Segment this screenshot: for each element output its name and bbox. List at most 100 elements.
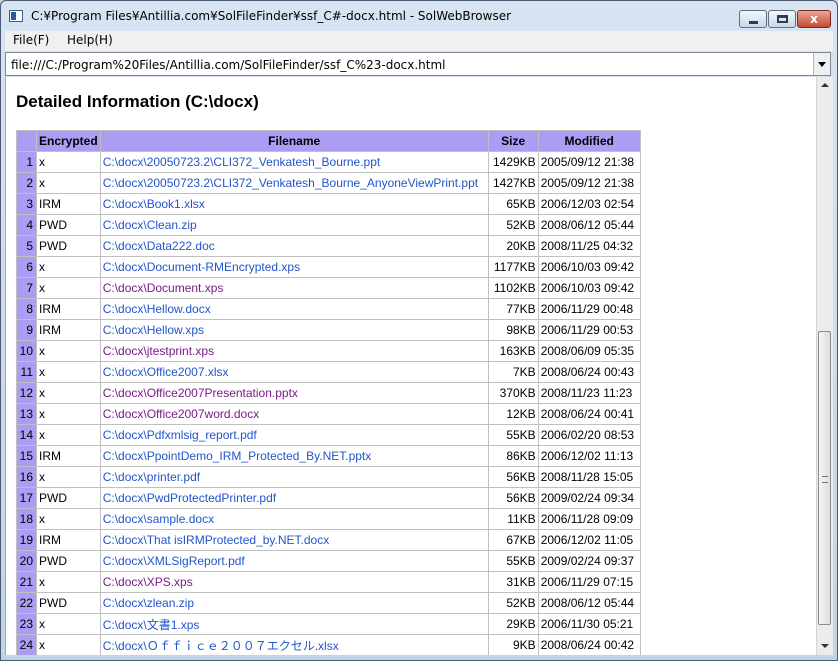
modified-cell: 2008/06/24 00:43 [537, 361, 641, 383]
column-header-size: Size [487, 130, 539, 152]
row-number: 10 [16, 340, 37, 362]
size-cell: 1102KB [487, 277, 539, 299]
size-cell: 67KB [487, 529, 539, 551]
scroll-down-button[interactable] [817, 638, 833, 655]
size-cell: 370KB [487, 382, 539, 404]
file-link[interactable]: C:\docx\printer.pdf [103, 470, 200, 484]
menu-help[interactable]: Help(H) [67, 33, 113, 47]
filename-cell: C:\docx\Document.xps [99, 277, 489, 299]
table-row: 14 x C:\docx\Pdfxmlsig_report.pdf 55KB 2006/… [16, 424, 641, 446]
filename-cell: C:\docx\XPS.xps [99, 571, 489, 593]
encrypted-cell: x [36, 424, 101, 446]
file-link[interactable]: C:\docx\PwdProtectedPrinter.pdf [103, 491, 276, 505]
file-link[interactable]: C:\docx\Hellow.docx [103, 302, 211, 316]
size-cell: 20KB [487, 235, 539, 257]
size-cell: 86KB [487, 445, 539, 467]
file-link[interactable]: C:\docx\sample.docx [103, 512, 214, 526]
address-bar[interactable]: file:///C:/Program%20Files/Antillia.com/… [5, 52, 831, 76]
vertical-scrollbar[interactable] [816, 77, 833, 655]
app-icon[interactable] [9, 10, 23, 22]
modified-cell: 2006/11/30 05:21 [537, 613, 641, 635]
encrypted-cell: IRM [36, 529, 101, 551]
file-link[interactable]: C:\docx\Hellow.xps [103, 323, 204, 337]
row-number: 7 [16, 277, 37, 299]
row-number: 12 [16, 382, 37, 404]
file-link[interactable]: C:\docx\Pdfxmlsig_report.pdf [103, 428, 257, 442]
row-number: 19 [16, 529, 37, 551]
filename-cell: C:\docx\PpointDemo_IRM_Protected_By.NET.… [99, 445, 489, 467]
table-row: 3 IRM C:\docx\Book1.xlsx 65KB 2006/12/03 02:… [16, 193, 641, 215]
file-link[interactable]: C:\docx\Book1.xlsx [103, 197, 205, 211]
row-number: 3 [16, 193, 37, 215]
modified-cell: 2006/12/02 11:05 [537, 529, 641, 551]
file-link[interactable]: C:\docx\PpointDemo_IRM_Protected_By.NET.… [103, 449, 372, 463]
modified-cell: 2006/12/02 11:13 [537, 445, 641, 467]
row-number: 5 [16, 235, 37, 257]
file-link[interactable]: C:\docx\Document-RMEncrypted.xps [103, 260, 300, 274]
size-cell: 7KB [487, 361, 539, 383]
encrypted-cell: PWD [36, 487, 101, 509]
title-bar[interactable]: C:¥Program Files¥Antillia.com¥SolFileFin… [1, 1, 837, 31]
file-link[interactable]: C:\docx\XMLSigReport.pdf [103, 554, 245, 568]
modified-cell: 2006/11/29 00:48 [537, 298, 641, 320]
modified-cell: 2008/06/12 05:44 [537, 592, 641, 614]
arrow-up-icon [821, 83, 829, 87]
file-link[interactable]: C:\docx\zlean.zip [103, 596, 194, 610]
table-row: 20 PWD C:\docx\XMLSigReport.pdf 55KB 2009/02… [16, 550, 641, 572]
file-link[interactable]: C:\docx\20050723.2\CLI372_Venkatesh_Bour… [103, 155, 381, 169]
table-row: 21 x C:\docx\XPS.xps 31KB 2006/11/29 07:15 [16, 571, 641, 593]
file-link[interactable]: C:\docx\Data222.doc [103, 239, 215, 253]
file-link[interactable]: C:\docx\Clean.zip [103, 218, 197, 232]
filename-cell: C:\docx\Pdfxmlsig_report.pdf [99, 424, 489, 446]
address-dropdown-button[interactable] [813, 53, 830, 75]
size-cell: 12KB [487, 403, 539, 425]
row-number: 13 [16, 403, 37, 425]
table-row: 16 x C:\docx\printer.pdf 56KB 2008/11/28 15:… [16, 466, 641, 488]
encrypted-cell: PWD [36, 235, 101, 257]
maximize-icon [777, 15, 788, 23]
modified-cell: 2008/06/24 00:41 [537, 403, 641, 425]
table-row: 1 x C:\docx\20050723.2\CLI372_Venkatesh_Bo… [16, 151, 641, 173]
row-number: 21 [16, 571, 37, 593]
row-number: 6 [16, 256, 37, 278]
address-input[interactable]: file:///C:/Program%20Files/Antillia.com/… [11, 58, 446, 72]
table-row: 18 x C:\docx\sample.docx 11KB 2006/11/28 09:… [16, 508, 641, 530]
file-link[interactable]: C:\docx\Ｏｆｆｉｃｅ２００７エクセル.xlsx [103, 639, 339, 653]
size-cell: 55KB [487, 424, 539, 446]
filename-cell: C:\docx\jtestprint.xps [99, 340, 489, 362]
table-row: 11 x C:\docx\Office2007.xlsx 7KB 2008/06/24 … [16, 361, 641, 383]
file-link[interactable]: C:\docx\20050723.2\CLI372_Venkatesh_Bour… [103, 176, 478, 190]
menu-file[interactable]: File(F) [13, 33, 49, 47]
table-row: 12 x C:\docx\Office2007Presentation.pptx 37… [16, 382, 641, 404]
file-link[interactable]: C:\docx\Document.xps [103, 281, 224, 295]
filename-cell: C:\docx\Office2007.xlsx [99, 361, 489, 383]
encrypted-cell: x [36, 403, 101, 425]
file-link[interactable]: C:\docx\Office2007word.docx [103, 407, 260, 421]
modified-cell: 2005/09/12 21:38 [537, 172, 641, 194]
table-row: 15 IRM C:\docx\PpointDemo_IRM_Protected_By… [16, 445, 641, 467]
row-number: 20 [16, 550, 37, 572]
modified-cell: 2006/02/20 08:53 [537, 424, 641, 446]
table-row: 22 PWD C:\docx\zlean.zip 52KB 2008/06/12 05:… [16, 592, 641, 614]
modified-cell: 2006/12/03 02:54 [537, 193, 641, 215]
close-icon: x [810, 12, 818, 26]
file-link[interactable]: C:\docx\jtestprint.xps [103, 344, 214, 358]
filename-cell: C:\docx\PwdProtectedPrinter.pdf [99, 487, 489, 509]
minimize-button[interactable] [739, 10, 767, 28]
modified-cell: 2009/02/24 09:34 [537, 487, 641, 509]
menu-bar: File(F) Help(H) [5, 31, 833, 51]
scroll-up-button[interactable] [817, 77, 833, 94]
maximize-button[interactable] [768, 10, 796, 28]
arrow-down-icon [821, 644, 829, 648]
scroll-thumb[interactable] [818, 331, 831, 625]
size-cell: 11KB [487, 508, 539, 530]
window-title: C:¥Program Files¥Antillia.com¥SolFileFin… [31, 9, 512, 23]
row-number: 22 [16, 592, 37, 614]
file-link[interactable]: C:\docx\Office2007.xlsx [103, 365, 229, 379]
close-button[interactable]: x [797, 10, 831, 28]
file-link[interactable]: C:\docx\XPS.xps [103, 575, 193, 589]
file-link[interactable]: C:\docx\文書1.xps [103, 618, 200, 632]
file-link[interactable]: C:\docx\Office2007Presentation.pptx [103, 386, 298, 400]
file-link[interactable]: C:\docx\That isIRMProtected_by.NET.docx [103, 533, 330, 547]
modified-cell: 2008/06/09 05:35 [537, 340, 641, 362]
